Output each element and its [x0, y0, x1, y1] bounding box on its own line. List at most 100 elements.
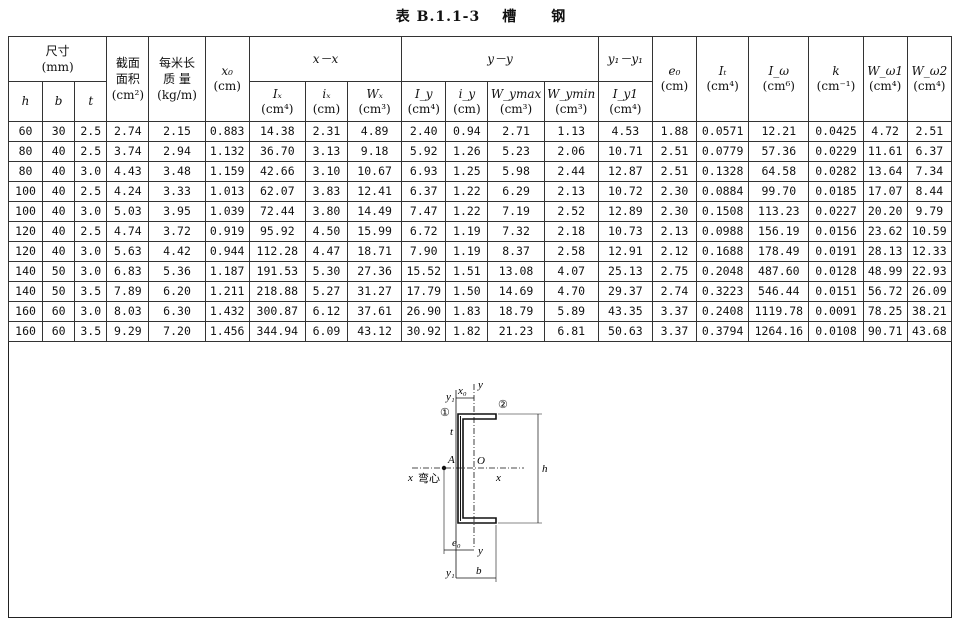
label-circle-1: ①	[440, 407, 450, 419]
header-Wx: Wₓ (cm³)	[347, 81, 403, 122]
header-size-unit: (mm)	[41, 60, 74, 74]
table-cell: 0.0227	[808, 201, 864, 222]
label-b: b	[476, 565, 482, 577]
table-cell: 1.25	[445, 161, 489, 182]
table-cell: 40	[42, 241, 76, 262]
table-cell: 22.93	[906, 261, 953, 282]
header-Ix: Iₓ (cm⁴)	[248, 81, 306, 122]
table-cell: 0.0108	[808, 321, 864, 342]
table-cell: 0.0988	[696, 221, 750, 242]
table-cell: 25.13	[597, 261, 653, 282]
table-cell: 487.60	[748, 261, 810, 282]
table-cell: 4.43	[106, 161, 150, 182]
table-cell: 90.71	[862, 321, 908, 342]
title-word-1: 槽	[502, 9, 518, 25]
label-y-top: y	[477, 379, 483, 391]
header-mass-label: 每米长质 量	[159, 56, 196, 86]
table-cell: 0.0425	[808, 121, 864, 142]
table-cell: 6.72	[401, 221, 447, 242]
header-x0-label: x₀	[221, 64, 233, 78]
header-It: Iₜ (cm⁴)	[696, 36, 750, 122]
table-row: 120 40 3.0 5.63 4.42 0.944 112.28 4.47 18.71 7.90…	[7, 241, 953, 262]
table-cell: 50	[42, 261, 76, 282]
table-cell: 0.883	[204, 121, 250, 142]
table-cell: 3.5	[74, 281, 108, 302]
table-cell: 0.0191	[808, 241, 864, 262]
table-cell: 4.47	[304, 241, 349, 262]
table-row: 80 40 3.0 4.43 3.48 1.159 42.66 3.10 10.67 6.93 1.…	[7, 161, 953, 182]
label-x0: x₀	[457, 385, 467, 397]
table-cell: 80	[7, 141, 44, 162]
table-cell: 3.0	[74, 301, 108, 322]
table-cell: 344.94	[248, 321, 306, 342]
table-cell: 10.67	[347, 161, 403, 182]
table-cell: 2.58	[543, 241, 599, 262]
table-cell: 64.58	[748, 161, 810, 182]
label-y1-bot: y₁	[445, 567, 455, 579]
table-cell: 1.19	[445, 221, 489, 242]
table-cell: 3.0	[74, 241, 108, 262]
label-A: A	[447, 454, 455, 466]
header-k-label: k	[832, 64, 840, 78]
header-Wx-unit: (cm³)	[358, 101, 391, 116]
table-cell: 8.44	[906, 181, 953, 202]
table-cell: 26.09	[906, 281, 953, 302]
table-cell: 2.30	[651, 181, 698, 202]
table-cell: 29.37	[597, 281, 653, 302]
table-cell: 2.5	[74, 221, 108, 242]
table-cell: 1.159	[204, 161, 250, 182]
table-cell: 100	[7, 201, 44, 222]
header-iy-label: i_y	[458, 86, 476, 101]
table-cell: 6.37	[906, 141, 953, 162]
table-cell: 28.13	[862, 241, 908, 262]
table-cell: 18.71	[347, 241, 403, 262]
table-cell: 57.36	[748, 141, 810, 162]
table-cell: 10.59	[906, 221, 953, 242]
table-cell: 0.919	[204, 221, 250, 242]
table-cell: 40	[42, 221, 76, 242]
table-cell: 3.83	[304, 181, 349, 202]
table-cell: 5.98	[487, 161, 545, 182]
table-cell: 1.013	[204, 181, 250, 202]
label-h: h	[542, 463, 548, 475]
header-Iy-unit: (cm⁴)	[407, 101, 440, 116]
header-Wymax-unit: (cm³)	[499, 101, 533, 116]
table-cell: 50.63	[597, 321, 653, 342]
title-word-2: 钢	[551, 9, 567, 25]
header-Iy-label: I_y	[415, 86, 433, 101]
shear-center-dot	[441, 465, 447, 471]
table-cell: 2.40	[401, 121, 447, 142]
table-cell: 6.93	[401, 161, 447, 182]
table-cell: 11.61	[862, 141, 908, 162]
table-cell: 3.5	[74, 321, 108, 342]
table-cell: 4.07	[543, 261, 599, 282]
table-cell: 6.29	[487, 181, 545, 202]
label-y1-top: y₁	[445, 391, 455, 403]
table-cell: 18.79	[487, 301, 545, 322]
header-It-unit: (cm⁴)	[706, 79, 739, 93]
table-cell: 2.5	[74, 121, 108, 142]
table-cell: 3.13	[304, 141, 349, 162]
table-cell: 36.70	[248, 141, 306, 162]
table-cell: 0.0229	[808, 141, 864, 162]
table-cell: 2.75	[651, 261, 698, 282]
table-cell: 3.0	[74, 161, 108, 182]
header-yy: y－y	[401, 36, 599, 82]
table-cell: 1.22	[445, 181, 489, 202]
table-cell: 10.73	[597, 221, 653, 242]
header-Iw: I_ω (cm⁶)	[748, 36, 810, 122]
table-cell: 0.94	[445, 121, 489, 142]
table-cell: 3.37	[651, 301, 698, 322]
table-cell: 0.2408	[696, 301, 750, 322]
table-cell: 12.91	[597, 241, 653, 262]
table-cell: 191.53	[248, 261, 306, 282]
table-cell: 1.82	[445, 321, 489, 342]
table-cell: 3.95	[148, 201, 206, 222]
header-iy: i_y (cm)	[445, 81, 489, 122]
table-cell: 2.13	[543, 181, 599, 202]
table-cell: 50	[42, 281, 76, 302]
table-code: 表 B.1.1-3	[395, 9, 481, 25]
table-cell: 40	[42, 181, 76, 202]
header-iy-unit: (cm)	[453, 101, 481, 116]
header-Ww1: W_ω1 (cm⁴)	[862, 36, 908, 122]
